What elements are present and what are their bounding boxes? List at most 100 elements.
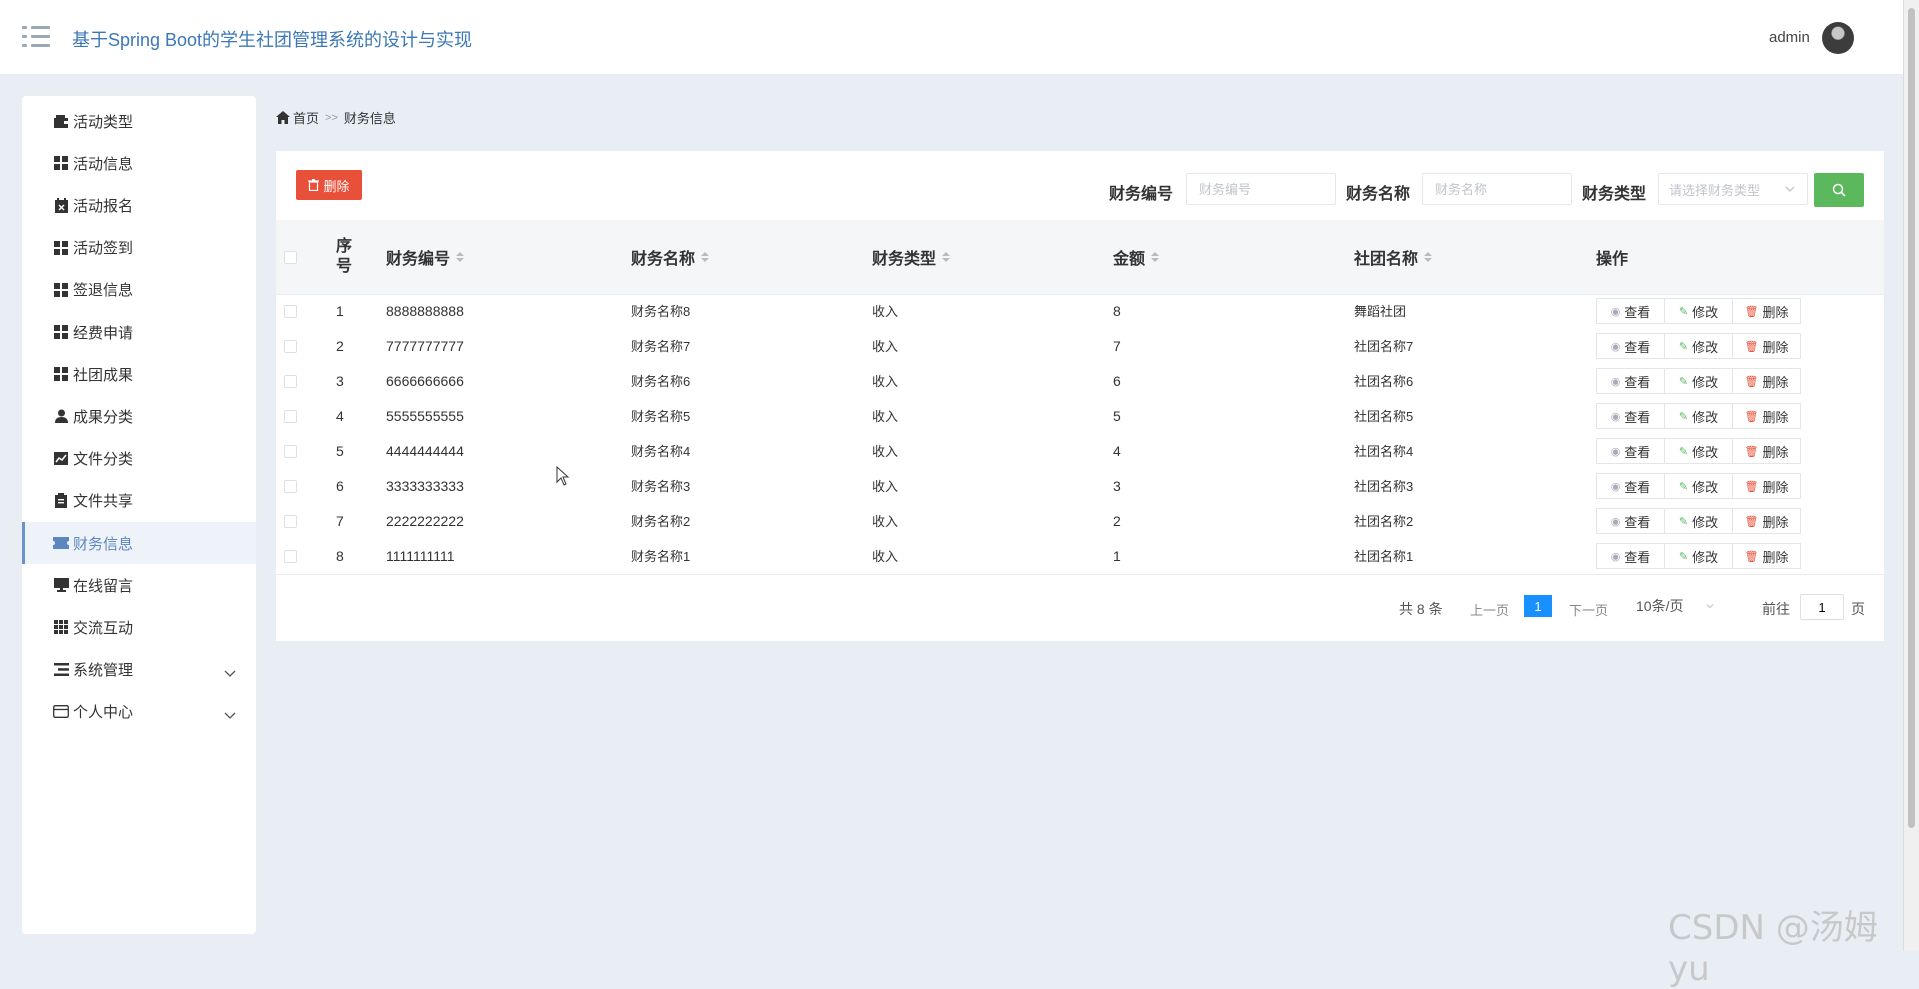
sidebar-item-9[interactable]: 文件共享 xyxy=(22,480,256,522)
row-finance-name: 财务名称7 xyxy=(631,339,691,354)
row-actions: ◉ 查看 ✎ 修改 🗑 删除 xyxy=(1596,298,1801,324)
delete-button[interactable]: 🗑 删除 xyxy=(1732,333,1801,359)
delete-button[interactable]: 🗑 删除 xyxy=(1732,403,1801,429)
sort-icon[interactable] xyxy=(942,252,951,262)
sort-icon[interactable] xyxy=(1424,252,1433,262)
view-button[interactable]: ◉ 查看 xyxy=(1596,473,1665,499)
view-button[interactable]: ◉ 查看 xyxy=(1596,403,1665,429)
view-button[interactable]: ◉ 查看 xyxy=(1596,508,1665,534)
select-all-checkbox[interactable] xyxy=(284,251,297,264)
pagination-next[interactable]: 下一页 xyxy=(1569,600,1608,619)
edit-icon: ✎ xyxy=(1678,515,1689,528)
row-checkbox[interactable] xyxy=(284,305,297,318)
home-icon[interactable] xyxy=(276,111,290,124)
goto-page-input[interactable] xyxy=(1800,594,1844,620)
column-header-name[interactable]: 财务名称 xyxy=(631,220,710,294)
edit-button[interactable]: ✎ 修改 xyxy=(1664,298,1733,324)
edit-label: 修改 xyxy=(1692,444,1719,460)
breadcrumb-separator: >> xyxy=(325,111,338,124)
row-amount: 5 xyxy=(1113,408,1121,424)
pagination-current-page[interactable]: 1 xyxy=(1524,595,1552,617)
sidebar-item-label: 社团成果 xyxy=(73,366,134,384)
edit-button[interactable]: ✎ 修改 xyxy=(1664,403,1733,429)
sidebar-item-2[interactable]: 活动报名 xyxy=(22,184,256,226)
sidebar-item-1[interactable]: 活动信息 xyxy=(22,142,256,184)
chevron-down-icon[interactable] xyxy=(224,665,236,677)
edit-button[interactable]: ✎ 修改 xyxy=(1664,543,1733,569)
edit-button[interactable]: ✎ 修改 xyxy=(1664,438,1733,464)
row-checkbox[interactable] xyxy=(284,515,297,528)
row-amount: 2 xyxy=(1113,513,1121,529)
avatar[interactable] xyxy=(1822,22,1854,54)
column-header-club[interactable]: 社团名称 xyxy=(1354,220,1433,294)
chevron-down-icon[interactable] xyxy=(224,707,236,719)
column-header-amount[interactable]: 金额 xyxy=(1113,220,1160,294)
pagination-prev[interactable]: 上一页 xyxy=(1470,600,1509,619)
sidebar-item-label: 经费申请 xyxy=(73,324,134,342)
goto-prefix: 前往 xyxy=(1762,601,1790,617)
sidebar-item-10[interactable]: 财务信息 xyxy=(22,522,256,564)
view-button[interactable]: ◉ 查看 xyxy=(1596,543,1665,569)
sidebar-item-3[interactable]: 活动签到 xyxy=(22,227,256,269)
row-amount: 1 xyxy=(1113,548,1121,564)
sidebar-item-12[interactable]: 交流互动 xyxy=(22,606,256,648)
edit-button[interactable]: ✎ 修改 xyxy=(1664,333,1733,359)
row-finance-code: 4444444444 xyxy=(386,443,464,459)
sidebar-item-11[interactable]: 在线留言 xyxy=(22,564,256,606)
delete-button[interactable]: 🗑 删除 xyxy=(1732,298,1801,324)
row-checkbox[interactable] xyxy=(284,445,297,458)
view-button[interactable]: ◉ 查看 xyxy=(1596,438,1665,464)
finance-code-input[interactable] xyxy=(1186,173,1336,205)
scrollbar-thumb[interactable] xyxy=(1908,8,1915,828)
sidebar-item-0[interactable]: 活动类型 xyxy=(22,100,256,142)
sort-icon[interactable] xyxy=(701,252,710,262)
delete-button[interactable]: 🗑 删除 xyxy=(1732,508,1801,534)
row-checkbox[interactable] xyxy=(284,340,297,353)
row-finance-code: 8888888888 xyxy=(386,303,464,319)
row-finance-name: 财务名称6 xyxy=(631,374,691,389)
row-checkbox[interactable] xyxy=(284,480,297,493)
finance-type-select[interactable]: 请选择财务类型 xyxy=(1658,173,1808,205)
finance-name-input[interactable] xyxy=(1422,173,1572,205)
sidebar-item-5[interactable]: 经费申请 xyxy=(22,311,256,353)
sidebar-item-7[interactable]: 成果分类 xyxy=(22,395,256,437)
row-club-name: 社团名称7 xyxy=(1354,339,1414,354)
delete-button[interactable]: 🗑 删除 xyxy=(1732,368,1801,394)
view-button[interactable]: ◉ 查看 xyxy=(1596,368,1665,394)
row-checkbox[interactable] xyxy=(284,410,297,423)
edit-button[interactable]: ✎ 修改 xyxy=(1664,368,1733,394)
sort-icon[interactable] xyxy=(456,252,465,262)
pagination-total: 共 8 条 xyxy=(1399,601,1443,617)
sidebar-item-4[interactable]: 签退信息 xyxy=(22,269,256,311)
eye-icon: ◉ xyxy=(1610,550,1621,563)
edit-button[interactable]: ✎ 修改 xyxy=(1664,473,1733,499)
row-checkbox[interactable] xyxy=(284,550,297,563)
delete-button[interactable]: 🗑 删除 xyxy=(1732,473,1801,499)
vertical-scrollbar[interactable] xyxy=(1903,0,1919,951)
column-header-code[interactable]: 财务编号 xyxy=(386,220,465,294)
menu-toggle-icon[interactable] xyxy=(22,26,50,48)
page-size-select[interactable]: 10条/页 xyxy=(1636,596,1726,618)
row-checkbox[interactable] xyxy=(284,375,297,388)
sidebar-item-6[interactable]: 社团成果 xyxy=(22,353,256,395)
batch-delete-button[interactable]: 删除 xyxy=(296,170,362,200)
edit-button[interactable]: ✎ 修改 xyxy=(1664,508,1733,534)
edit-icon: ✎ xyxy=(1678,550,1689,563)
sort-icon[interactable] xyxy=(1151,252,1160,262)
breadcrumb-home[interactable]: 首页 xyxy=(293,108,319,127)
view-button[interactable]: ◉ 查看 xyxy=(1596,298,1665,324)
user-icon xyxy=(53,408,69,424)
user-name[interactable]: admin xyxy=(1769,29,1810,46)
app-title: 基于Spring Boot的学生社团管理系统的设计与实现 xyxy=(72,30,473,50)
column-header-type[interactable]: 财务类型 xyxy=(872,220,951,294)
sidebar-item-14[interactable]: 个人中心 xyxy=(22,691,256,733)
trash-icon: 🗑 xyxy=(1744,375,1759,388)
index-header-line2: 号 xyxy=(336,258,353,275)
sidebar-item-13[interactable]: 系统管理 xyxy=(22,649,256,691)
view-button[interactable]: ◉ 查看 xyxy=(1596,333,1665,359)
sidebar-item-8[interactable]: 文件分类 xyxy=(22,438,256,480)
delete-button[interactable]: 🗑 删除 xyxy=(1732,543,1801,569)
delete-button[interactable]: 🗑 删除 xyxy=(1732,438,1801,464)
search-button[interactable] xyxy=(1814,173,1864,207)
view-label: 查看 xyxy=(1624,409,1651,425)
